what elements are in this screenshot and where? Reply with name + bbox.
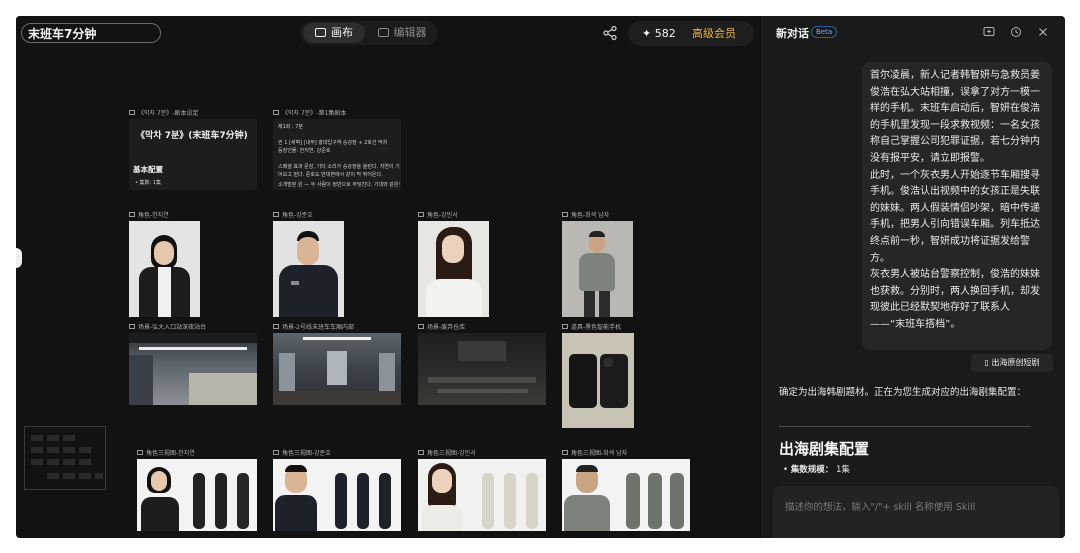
scene-station-platform[interactable] [129, 333, 257, 405]
close-icon[interactable] [1037, 26, 1049, 38]
tab-canvas[interactable]: 画布 [303, 23, 365, 43]
image-icon [137, 450, 143, 455]
assistant-reply: 确定为出海韩剧题材。正在为您生成对应的出海剧集配置： [779, 387, 1027, 398]
canvas-icon [315, 28, 326, 37]
image-icon [273, 212, 279, 217]
top-bar: 末班车7分钟 画布 编辑器 ✦ 582 高级会员 [16, 16, 762, 52]
project-title-input[interactable]: 末班车7分钟 [21, 23, 161, 43]
image-icon [273, 324, 279, 329]
beta-badge: Beta [811, 26, 838, 38]
script-line: 소개발된 원 — 두 사람이 정반으로 부딪친다. 기대와 같은색 핸드 [278, 182, 400, 188]
config-item: • 集数规模： 1集 [783, 465, 850, 475]
three-view-sheet-1[interactable] [137, 459, 257, 531]
scene-label: 场景-2号线末班车车厢内部 [273, 322, 354, 331]
message-paragraph: 此时，一个灰衣男人开始逐节车厢搜寻手机。俊浩认出视频中的女孩正是失联的妹妹。两人… [870, 169, 1040, 264]
image-icon [129, 212, 135, 217]
mode-toggle: 画布 编辑器 [300, 21, 438, 45]
chat-title: 新对话 [776, 27, 809, 40]
three-view-label: 角色三视图-강준호 [273, 448, 331, 457]
image-icon [562, 450, 568, 455]
sparkle-icon: ✦ [642, 27, 652, 40]
image-icon [418, 324, 424, 329]
script-line: 스페셜 효과 문장, 기타 소리가 승강장을 울린다. 지연이 기댄을 열 [278, 164, 400, 170]
script-line: 어보고 뛴다. 준호도 반대편에서 같이 막 뛰어온다. [278, 172, 383, 178]
credits: ✦ 582 [642, 27, 676, 40]
prop-label: 道具-黑色智能手机 [562, 322, 621, 331]
image-icon [418, 212, 424, 217]
book-icon: ▯ [984, 358, 989, 367]
share-icon[interactable] [602, 25, 618, 41]
script-line: 제1화 : 7분 [278, 124, 304, 130]
character-portrait-4[interactable] [562, 221, 633, 317]
section-heading: 出海剧集配置 [779, 440, 870, 458]
image-icon [418, 450, 424, 455]
message-paragraph: 灰衣男人被站台警察控制，俊浩的妹妹也获救。分别时，两人换回手机，却发现彼此已经默… [870, 269, 1040, 330]
doc-subheading: 基本配置 [133, 165, 163, 174]
panel-collapse-handle[interactable] [16, 248, 22, 268]
scene-train-interior[interactable] [273, 333, 401, 405]
three-view-sheet-2[interactable] [273, 459, 401, 531]
image-icon [129, 324, 135, 329]
user-message-bubble: 首尔凌晨，新人记者韩智妍与急救员姜俊浩在弘大站相撞，误拿了对方一模一样的手机。末… [862, 62, 1052, 350]
doc-node-script[interactable]: 제1화 : 7분 씬 1 [새벽] [내부] 홍대입구역 승강장 + 2호선 막… [273, 119, 401, 190]
image-icon [562, 212, 568, 217]
scene-label: 场景-弘大入口站深夜站台 [129, 322, 206, 331]
character-portrait-2[interactable] [273, 221, 344, 317]
history-icon[interactable] [1010, 26, 1022, 38]
three-view-sheet-4[interactable] [562, 459, 690, 531]
app-window: 末班车7分钟 画布 编辑器 ✦ 582 高级会员 《막차 7분》-剧本设定 《막… [16, 16, 1065, 538]
script-line: 씬 1 [새벽] [내부] 홍대입구역 승강장 + 2호선 막차 [278, 140, 388, 146]
chat-input-box [773, 486, 1059, 538]
character-label: 角色-강준호 [273, 210, 313, 219]
character-label: 角色-회색 남자 [562, 210, 609, 219]
membership-badge[interactable]: 高级会员 [692, 21, 736, 46]
doc-label-script: 《막차 7분》-第1集剧本 [273, 108, 346, 117]
three-view-label: 角色三视图-회색 남자 [562, 448, 627, 457]
prop-smartphone[interactable] [562, 333, 634, 428]
three-view-label: 角色三视图-강민서 [418, 448, 476, 457]
doc-icon [273, 110, 279, 115]
image-icon [562, 324, 568, 329]
image-icon [273, 450, 279, 455]
credits-pill[interactable]: ✦ 582 高级会员 [628, 21, 754, 46]
doc-node-setting[interactable]: 《막차 7분》(末班车7分钟) 基本配置 • 集数: 1集 [129, 119, 257, 190]
character-label: 角色-한지연 [129, 210, 169, 219]
tab-editor[interactable]: 编辑器 [370, 23, 434, 43]
doc-icon [129, 110, 135, 115]
scene-label: 场景-废弃仓库 [418, 322, 465, 331]
three-view-label: 角色三视图-한지연 [137, 448, 195, 457]
character-portrait-1[interactable] [129, 221, 200, 317]
doc-line: • 集数: 1集 [135, 180, 161, 186]
new-chat-icon[interactable] [983, 26, 995, 38]
scene-abandoned-warehouse[interactable] [418, 333, 546, 405]
doc-label-setting: 《막차 7분》-剧本设定 [129, 108, 198, 117]
chat-panel: 新对话 Beta 首尔凌晨，新人记者韩智妍与急救员姜俊浩在弘大站相撞，误拿了对方… [762, 16, 1065, 538]
character-label: 角色-강민서 [418, 210, 458, 219]
divider [779, 426, 1031, 427]
chat-input[interactable] [783, 496, 1049, 518]
skill-button[interactable]: ▯ 出海原创短剧 [971, 354, 1053, 372]
canvas-area[interactable]: 末班车7分钟 画布 编辑器 ✦ 582 高级会员 《막차 7분》-剧本设定 《막… [16, 16, 762, 538]
chat-header: 新对话 Beta [763, 16, 1065, 48]
character-portrait-3[interactable] [418, 221, 489, 317]
film-icon [377, 28, 389, 37]
script-line: 등장인물: 한지연, 강준호 [278, 148, 331, 154]
minimap[interactable] [24, 426, 106, 490]
three-view-sheet-3[interactable] [418, 459, 546, 531]
message-paragraph: 首尔凌晨，新人记者韩智妍与急救员姜俊浩在弘大站相撞，误拿了对方一模一样的手机。末… [870, 70, 1040, 164]
doc-heading: 《막차 7분》(末班车7分钟) [136, 131, 248, 141]
